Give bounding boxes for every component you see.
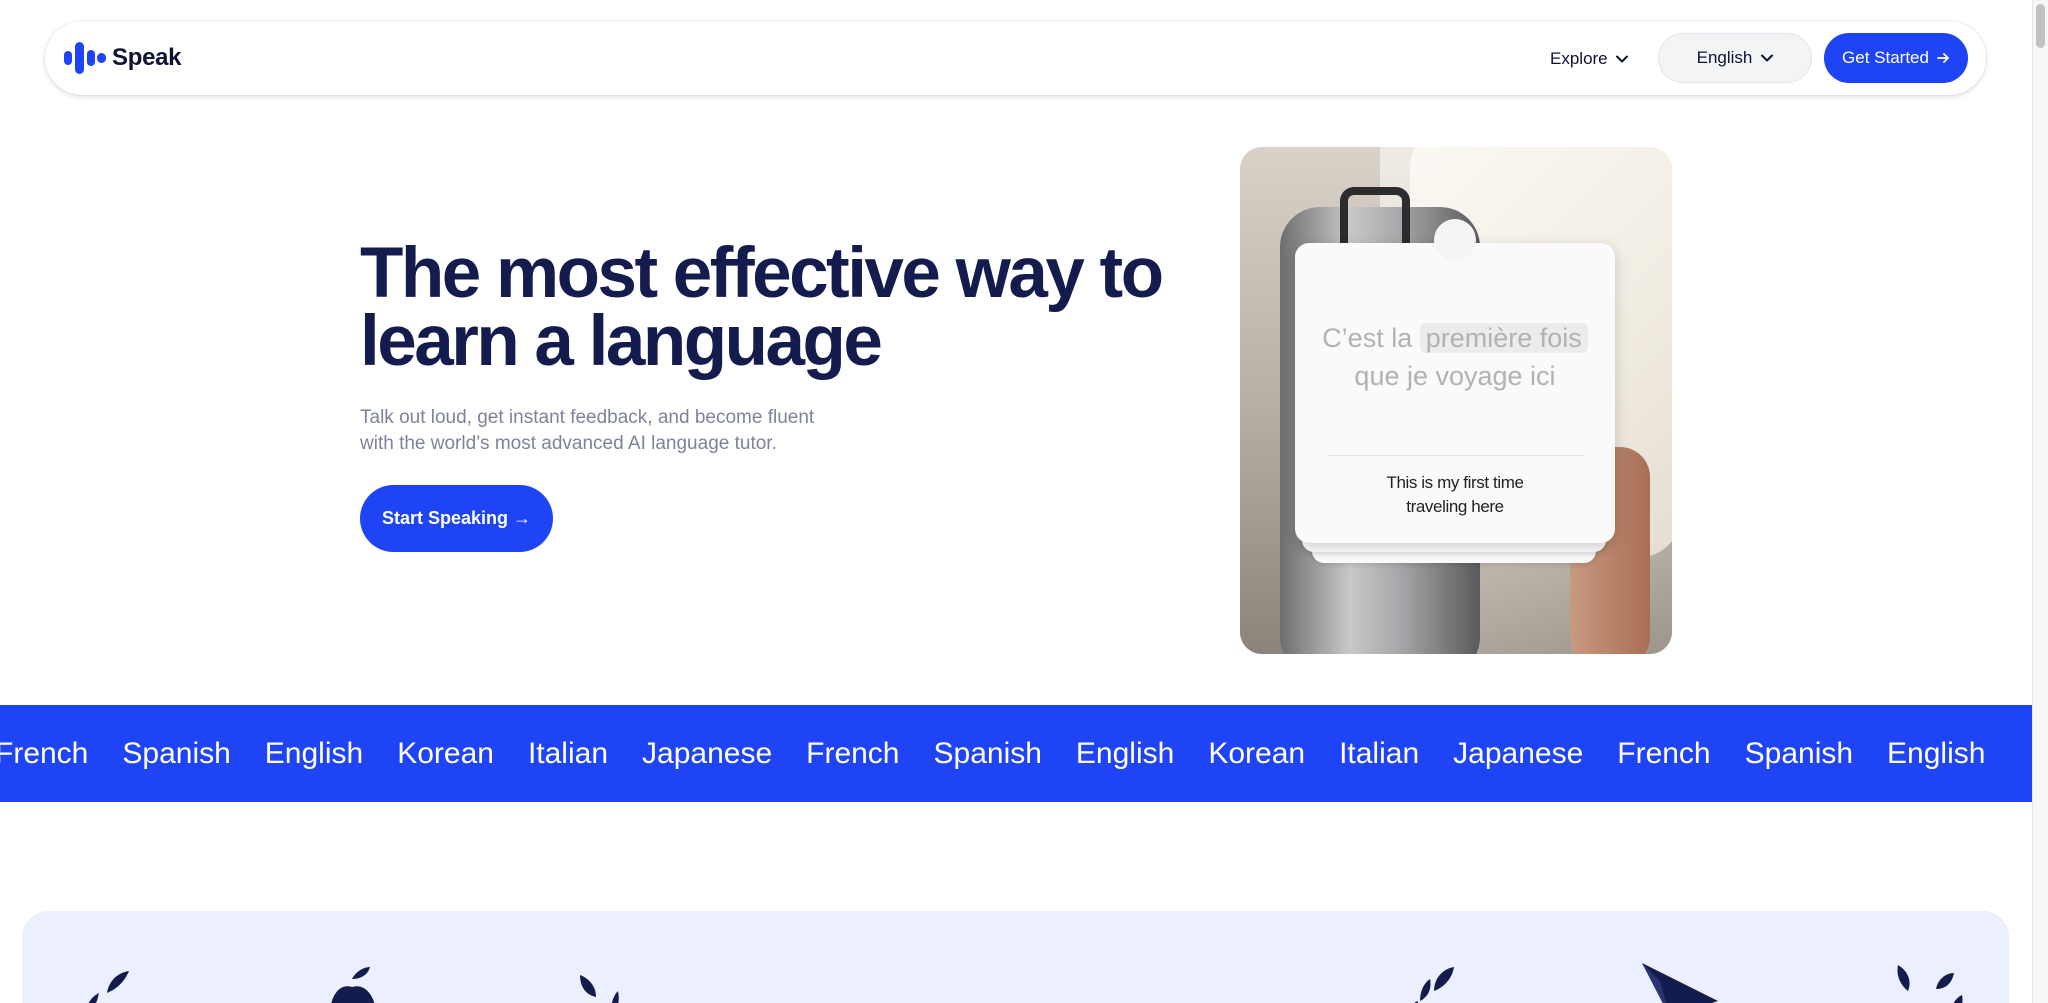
marquee-language-item: Italian: [527, 736, 609, 770]
hero-subtitle-line2: with the world’s most advanced AI langua…: [360, 433, 777, 454]
hero-subtitle-line1: Talk out loud, get instant feedback, and…: [360, 407, 815, 428]
marquee-language-item: English: [264, 736, 364, 770]
language-marquee-track: French Spanish English Korean Italian Japanes…: [0, 705, 2019, 802]
phrase-target-highlight: première fois: [1419, 323, 1588, 353]
brand-name: Speak: [112, 44, 182, 71]
language-selector[interactable]: English: [1658, 33, 1812, 83]
scrollbar-thumb[interactable]: [2036, 4, 2045, 48]
explore-label: Explore: [1550, 49, 1608, 68]
marquee-language-item: French: [806, 736, 900, 770]
arrow-right-icon: [1937, 53, 1949, 63]
hero-subtitle: Talk out loud, get instant feedback, and…: [360, 405, 860, 457]
marquee-language-item: English: [1075, 736, 1175, 770]
marquee-language-item: French: [1617, 736, 1711, 770]
speak-logo[interactable]: Speak: [64, 42, 182, 74]
get-started-label: Get Started: [1842, 48, 1929, 67]
speak-logo-icon: [64, 42, 106, 74]
start-speaking-button[interactable]: Start Speaking →: [360, 485, 553, 552]
explore-menu[interactable]: Explore: [1550, 44, 1628, 74]
hero-title-line2: learn a language: [360, 302, 883, 381]
hero-title: The most effective way to learn a langua…: [360, 238, 1180, 377]
phrase-target-line2: que je voyage ici: [1354, 361, 1556, 391]
suitcase-handle: [1340, 187, 1410, 247]
chevron-down-icon: [1761, 54, 1774, 62]
marquee-language-item: Korean: [1208, 736, 1306, 770]
page-scrollbar[interactable]: [2032, 0, 2048, 1003]
phrase-translation: This is my first time traveling here: [1295, 471, 1615, 519]
marquee-language-item: Japanese: [642, 736, 773, 770]
phrase-target-text: C’est la première fois que je voyage ici: [1295, 319, 1615, 395]
apple-icon: [331, 967, 375, 1003]
start-speaking-label: Start Speaking →: [381, 508, 532, 528]
hero-image: C’est la première fois que je voyage ici…: [1240, 147, 1672, 654]
marquee-language-item: Italian: [1339, 736, 1420, 770]
marquee-language-item: French: [0, 736, 89, 770]
partner-logos-panel: [22, 911, 2009, 1003]
phrase-card: C’est la première fois que je voyage ici…: [1295, 243, 1615, 543]
phrase-target-prefix: C’est la: [1322, 323, 1413, 353]
marquee-language-item: Spanish: [933, 736, 1042, 770]
get-started-button[interactable]: Get Started: [1824, 33, 1968, 83]
marquee-language-item: Japanese: [1453, 736, 1584, 770]
marquee-language-item: Korean: [397, 736, 494, 770]
top-navbar: Speak Explore English Get Started: [45, 21, 1986, 95]
phrase-card-notch: [1434, 219, 1476, 261]
phrase-divider: [1327, 455, 1583, 456]
marquee-language-item: English: [1887, 736, 1986, 770]
laurel-left-icon: [580, 975, 619, 1003]
paper-plane-icon: [1642, 963, 1718, 1003]
language-selector-label: English: [1696, 48, 1753, 67]
laurel-right-icon: [1414, 967, 1454, 1003]
phrase-translation-line2: traveling here: [1406, 497, 1504, 516]
laurel-left-icon: [88, 971, 129, 1003]
language-marquee: French Spanish English Korean Italian Japanes…: [0, 705, 2032, 802]
marquee-language-item: Spanish: [122, 736, 231, 770]
phrase-translation-line1: This is my first time: [1386, 473, 1524, 492]
laurel-right-icon: [1897, 965, 1963, 1003]
chevron-down-icon: [1615, 55, 1628, 63]
marquee-language-item: Spanish: [1744, 736, 1854, 770]
